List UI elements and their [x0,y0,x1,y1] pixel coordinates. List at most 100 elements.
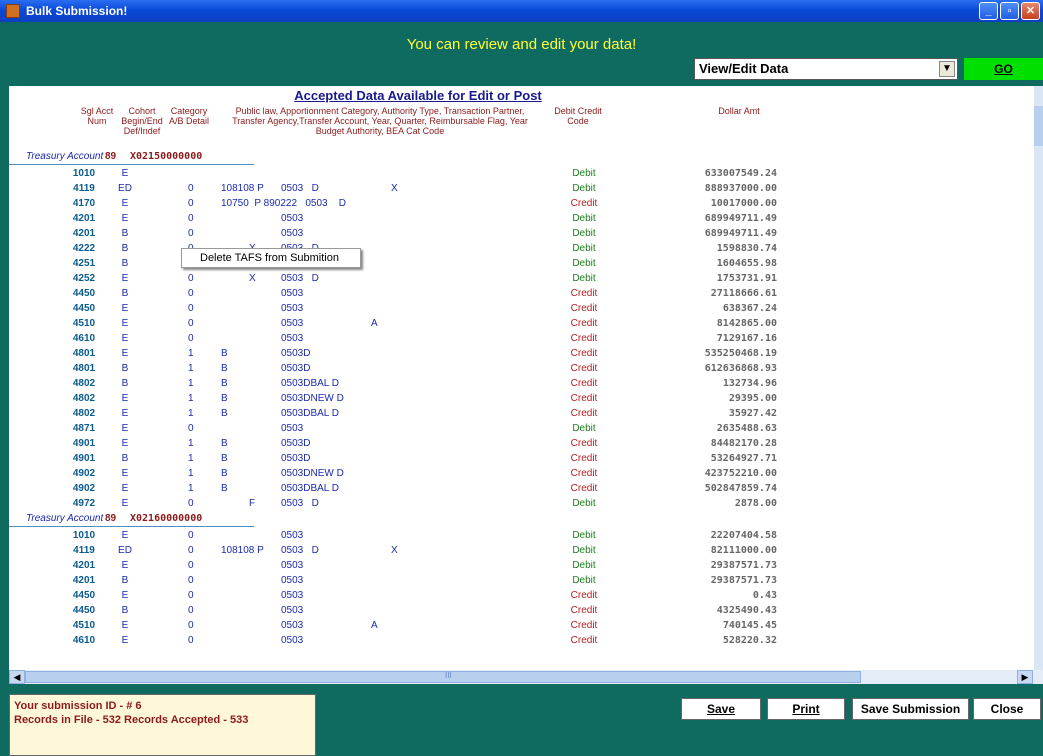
view-mode-value: View/Edit Data [699,61,789,76]
table-row[interactable]: 1010 E 0 0503 Debit 22207404.58 [9,529,789,543]
group-divider [9,526,254,527]
table-row[interactable]: 4802 E 1 B 0503DBAL D Credit 35927.42 [9,407,789,421]
dollar-amount-cell: 29395.00 [728,393,777,404]
close-button[interactable]: Close [973,698,1041,720]
attributes-cell: 0503 [281,213,304,224]
table-row[interactable]: 4450 B 0 0503 Credit 27118666.61 [9,287,789,301]
table-row[interactable]: 4972 E 0 F 0503 D Debit 2878.00 [9,497,789,511]
table-row[interactable]: 4252 E 0 X 0503 D Debit 1753731.91 [9,272,789,286]
attributes-cell: 0503 D [281,498,319,509]
dollar-amount-cell: 84482170.28 [710,438,777,449]
dollar-amount-cell: 535250468.19 [704,348,777,359]
vertical-scrollbar[interactable] [1034,86,1043,670]
cohort-cell: B [121,288,129,299]
table-row[interactable]: 4201 B 0 0503 Debit 29387571.73 [9,574,789,588]
horizontal-scrollbar[interactable]: ◀ III ▶ [9,670,1043,684]
scroll-grip-icon: III [445,671,452,680]
sgl-account-cell: 4610 [72,635,96,646]
save-submission-button[interactable]: Save Submission [852,698,969,720]
dollar-amount-cell: 638367.24 [722,303,777,314]
table-row[interactable]: 4510 E 0 0503 A Credit 8142865.00 [9,317,789,331]
cohort-cell: E [121,303,129,314]
col-publiclaw-header: Public law, Apportionment Category, Auth… [215,106,545,136]
flag-cell: X [391,545,398,556]
table-row[interactable]: 4802 B 1 B 0503DBAL D Credit 132734.96 [9,377,789,391]
table-row[interactable]: 4901 E 1 B 0503D Credit 84482170.28 [9,437,789,451]
debit-credit-cell: Credit [570,605,598,616]
table-row[interactable]: 4610 E 0 0503 Credit 7129167.16 [9,332,789,346]
table-row[interactable]: 4450 E 0 0503 Credit 638367.24 [9,302,789,316]
col-cohort-header: Cohort Begin/End Def/Indef [117,106,167,136]
dropdown-arrow-icon[interactable]: ▼ [939,61,955,77]
attributes-cell: 0503 D [281,183,319,194]
sgl-account-cell: 4902 [72,483,96,494]
maximize-button[interactable]: ▫ [1000,2,1019,20]
treasury-account-header[interactable]: Treasury Account 89 X02150000000 [9,150,789,165]
table-row[interactable]: 4170 E 0 10750 P 890222 0503 D Credit 1001700… [9,197,789,211]
table-row[interactable]: 4119 ED 0 108108 P 0503 D X Debit 82111000.00 [9,544,789,558]
debit-credit-cell: Credit [570,438,598,449]
debit-credit-cell: Credit [570,635,598,646]
cohort-cell: E [121,273,129,284]
table-row[interactable]: 1010 E Debit 633007549.24 [9,167,789,181]
attributes-cell: 0503 [281,318,304,329]
attributes-cell: 0503DNEW D [281,468,344,479]
category-cell: 0 [188,635,194,646]
context-menu[interactable]: Delete TAFS from Submition [181,248,361,268]
public-law-cell: B [221,468,228,479]
sgl-account-cell: 4510 [72,318,96,329]
dollar-amount-cell: 2635488.63 [716,423,777,434]
debit-credit-cell: Debit [572,498,596,509]
col-amount-header: Dollar Amt [699,106,779,116]
print-button[interactable]: Print [767,698,845,720]
go-button[interactable]: GO [964,58,1043,80]
table-row[interactable]: 4119 ED 0 108108 P 0503 D X Debit 888937000.00 [9,182,789,196]
dollar-amount-cell: 8142865.00 [716,318,777,329]
minimize-button[interactable]: _ [979,2,998,20]
debit-credit-cell: Debit [572,575,596,586]
table-row[interactable]: 4201 B 0 0503 Debit 689949711.49 [9,227,789,241]
scroll-right-icon[interactable]: ▶ [1017,670,1033,684]
col-publiclaw-label: Public law, Apportionment Category, Auth… [232,106,528,136]
dollar-amount-cell: 35927.42 [728,408,777,419]
table-row[interactable]: 4802 E 1 B 0503DNEW D Credit 29395.00 [9,392,789,406]
table-row[interactable]: 4610 E 0 0503 Credit 528220.32 [9,634,789,648]
save-button[interactable]: Save [681,698,761,720]
table-row[interactable]: 4871 E 0 0503 Debit 2635488.63 [9,422,789,436]
view-mode-select[interactable]: View/Edit Data ▼ [694,58,958,80]
table-row[interactable]: 4450 B 0 0503 Credit 4325490.43 [9,604,789,618]
table-row[interactable]: 4222B0X0503 DDebit1598830.74 [9,242,789,256]
table-row[interactable]: 4450 E 0 0503 Credit 0.43 [9,589,789,603]
attributes-cell: 0503 [281,423,304,434]
table-row[interactable]: 4201 E 0 0503 Debit 29387571.73 [9,559,789,573]
cohort-cell: E [121,318,129,329]
sgl-account-cell: 4972 [72,498,96,509]
attributes-cell: 0503D [281,363,311,374]
sgl-account-cell: 4610 [72,333,96,344]
debit-credit-cell: Debit [572,423,596,434]
cohort-cell: E [121,560,129,571]
treasury-account-header[interactable]: Treasury Account 89 X02160000000 [9,512,789,527]
attributes-cell: 0503D [281,438,311,449]
authority-type-cell: X [249,273,256,284]
horizontal-scroll-thumb[interactable] [25,671,861,683]
authority-type-cell: F [249,498,256,509]
delete-tafs-menu-item[interactable]: Delete TAFS from Submition [200,252,339,264]
table-row[interactable]: 4902 E 1 B 0503DBAL D Credit 502847859.74 [9,482,789,496]
dollar-amount-cell: 2878.00 [734,498,777,509]
vertical-scroll-thumb[interactable] [1034,106,1043,146]
table-row[interactable]: 4251B0F0503 DDebit1604655.98 [9,257,789,271]
scroll-left-icon[interactable]: ◀ [9,670,25,684]
table-row[interactable]: 4201 E 0 0503 Debit 689949711.49 [9,212,789,226]
cohort-cell: E [121,348,129,359]
close-window-button[interactable]: ✕ [1021,2,1040,20]
attributes-cell: 0503 [281,303,304,314]
save-button-label: Save [706,702,736,716]
table-row[interactable]: 4510 E 0 0503 A Credit 740145.45 [9,619,789,633]
table-row[interactable]: 4801 E 1 B 0503D Credit 535250468.19 [9,347,789,361]
table-row[interactable]: 4901 B 1 B 0503D Credit 53264927.71 [9,452,789,466]
sgl-account-cell: 4222 [72,243,96,254]
table-row[interactable]: 4902 E 1 B 0503DNEW D Credit 423752210.00 [9,467,789,481]
table-row[interactable]: 4801 B 1 B 0503D Credit 612636868.93 [9,362,789,376]
sgl-account-cell: 4802 [72,378,96,389]
